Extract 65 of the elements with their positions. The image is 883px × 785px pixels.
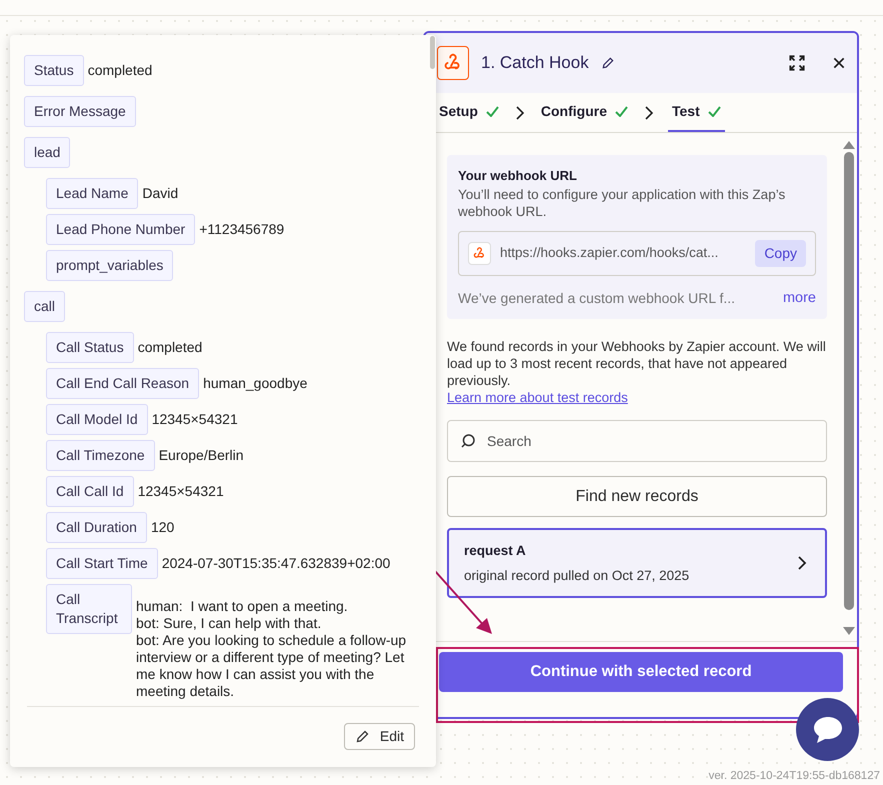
card-heading: Your webhook URL	[458, 167, 578, 185]
field-value: human: I want to open a meeting. bot: Sure, I can help with that. bot: Are you looking to schedule a follow-up interview or a different type of meeting? Let me know how I can assist you with the meeting details.	[136, 597, 408, 700]
chat-bubble-icon	[812, 714, 844, 744]
search-field[interactable]: Search	[447, 420, 827, 462]
field-value: completed	[138, 338, 202, 356]
field-value: David	[142, 184, 178, 202]
field-label: call	[24, 291, 66, 322]
scrollbar-thumb[interactable]	[430, 36, 435, 69]
step-tab[interactable]: Setup	[437, 93, 501, 132]
find-records-button[interactable]: Find new records	[447, 476, 827, 518]
scroll-up-icon[interactable]	[843, 141, 855, 149]
check-icon	[486, 106, 499, 117]
record-subtitle: original record pulled on Oct 27, 2025	[464, 566, 690, 585]
scroll-down-icon[interactable]	[843, 627, 855, 635]
check-icon	[615, 106, 628, 117]
expand-icon[interactable]	[787, 53, 807, 73]
field-label: Status	[24, 55, 84, 86]
search-icon	[459, 432, 477, 450]
record-title: request A	[464, 542, 527, 560]
pencil-icon[interactable]	[600, 56, 615, 70]
field-label: Call Status	[46, 332, 134, 363]
record-item[interactable]: request A original record pulled on Oct 27, 2025	[447, 528, 827, 598]
panel-title: 1. Catch Hook	[481, 52, 589, 74]
field-value: +1123456789	[199, 220, 284, 238]
version-text: ver. 2025-10-24T19:55-db168127	[708, 769, 880, 784]
field-label: Call Start Time	[46, 548, 158, 579]
field-label: Call Call Id	[46, 476, 134, 507]
field-label: Call Timezone	[46, 440, 155, 471]
field-label: Call Transcript	[46, 584, 132, 634]
field-label: Error Message	[24, 96, 136, 127]
field-label: prompt_variables	[46, 250, 174, 281]
step-tab[interactable]: Test	[668, 93, 725, 132]
chevron-icon	[644, 106, 654, 120]
copy-button[interactable]: Copy	[755, 240, 806, 266]
card-description: You’ll need to configure your application with this Zap’s webhook URL.	[458, 186, 786, 220]
field-label: Call Duration	[46, 512, 147, 543]
edit-button[interactable]: Edit	[344, 723, 415, 750]
more-link[interactable]: more	[782, 288, 816, 310]
field-label: Lead Phone Number	[46, 214, 196, 245]
webhook-icon	[468, 242, 491, 264]
close-icon[interactable]	[831, 55, 847, 71]
url-field[interactable]: https://hooks.zapier.com/hooks/cat... Copy	[458, 230, 816, 276]
field-label: Call Model Id	[46, 404, 148, 435]
field-label: lead	[24, 137, 70, 168]
scrollbar-thumb[interactable]	[844, 152, 854, 610]
field-value: 12345×54321	[152, 410, 238, 428]
field-value: 2024-07-30T15:35:47.632839+02:00	[162, 554, 390, 572]
check-icon	[708, 106, 721, 117]
learn-more-link[interactable]: Learn more about test records	[447, 389, 628, 406]
pencil-icon	[354, 729, 370, 744]
found-records-text: We found records in your Webhooks by Zapier account. We will load up to 3 most recent records, that have not appeared previously.	[447, 338, 827, 390]
field-value: human_goodbye	[203, 374, 308, 392]
continue-button[interactable]: Continue with selected record	[439, 652, 843, 692]
search-input[interactable]: Search	[487, 430, 815, 452]
chevron-icon	[798, 556, 807, 570]
url-text: https://hooks.zapier.com/hooks/cat...	[500, 244, 720, 262]
field-value: 12345×54321	[138, 482, 224, 500]
field-value: completed	[88, 61, 152, 79]
step-tab[interactable]: Configure	[538, 93, 630, 132]
field-label: Call End Call Reason	[46, 368, 200, 399]
webhook-note: We’ve generated a custom webhook URL f...	[458, 288, 736, 308]
field-value: Europe/Berlin	[158, 446, 244, 464]
field-label: Lead Name	[46, 178, 138, 209]
chevron-icon	[514, 106, 525, 120]
field-value: 120	[150, 518, 174, 536]
